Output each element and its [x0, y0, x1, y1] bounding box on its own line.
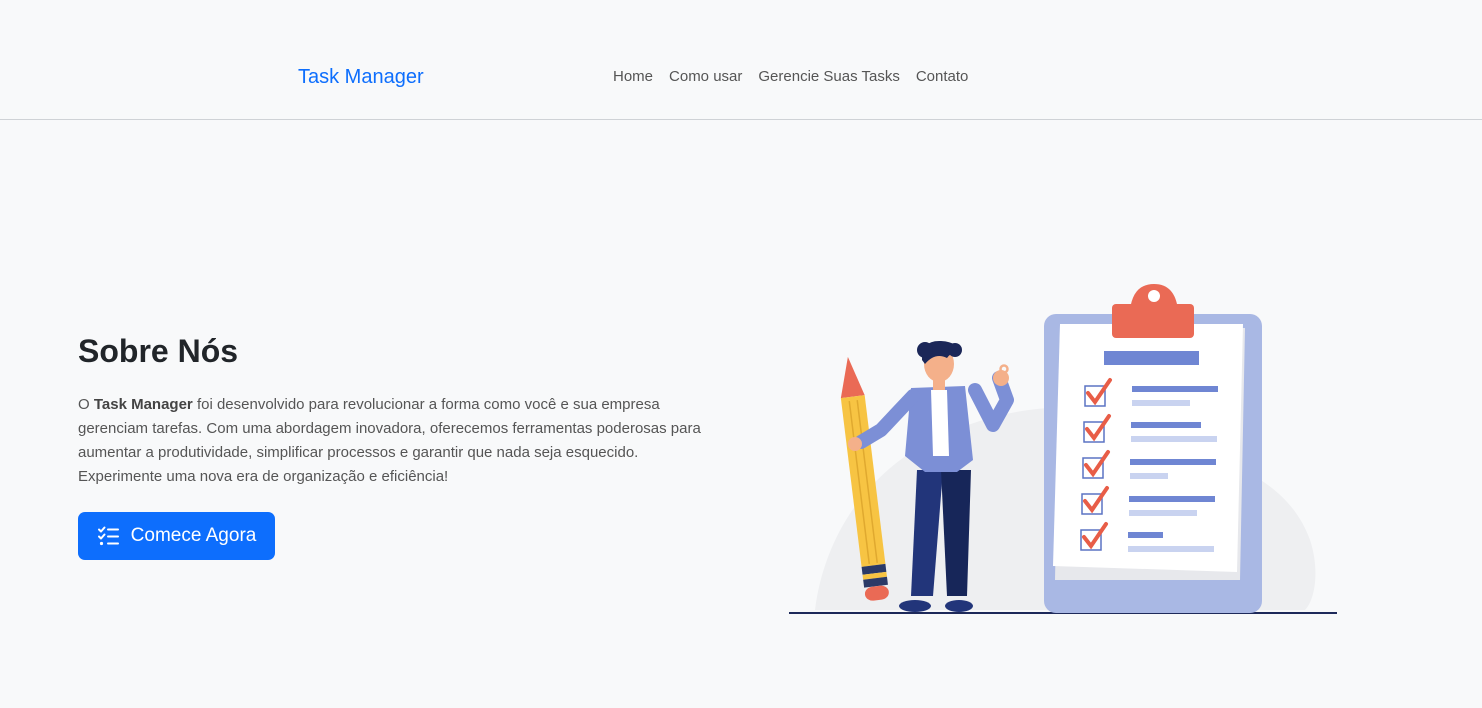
brand-link[interactable]: Task Manager [298, 64, 424, 90]
nav-links: Home Como usar Gerencie Suas Tasks Conta… [605, 66, 976, 88]
checklist-icon [97, 526, 119, 546]
nav-link-contato[interactable]: Contato [908, 66, 977, 88]
navbar: Task Manager Home Como usar Gerencie Sua… [0, 0, 1482, 120]
comece-agora-label: Comece Agora [130, 525, 257, 546]
person-with-pencil-and-checklist-clipboard-illustration [789, 284, 1337, 614]
nav-link-gerencie-tasks[interactable]: Gerencie Suas Tasks [750, 66, 907, 88]
comece-agora-button[interactable]: Comece Agora [78, 512, 275, 560]
hero-text-brand: Task Manager [93, 396, 193, 413]
nav-link-como-usar[interactable]: Como usar [661, 66, 750, 88]
clipboard [1044, 284, 1262, 613]
nav-link-home[interactable]: Home [605, 66, 661, 88]
hero-text-start: O [78, 396, 94, 413]
hero-description: O Task Manager foi desenvolvido para rev… [78, 393, 718, 489]
hero-title: Sobre Nós [78, 333, 239, 369]
